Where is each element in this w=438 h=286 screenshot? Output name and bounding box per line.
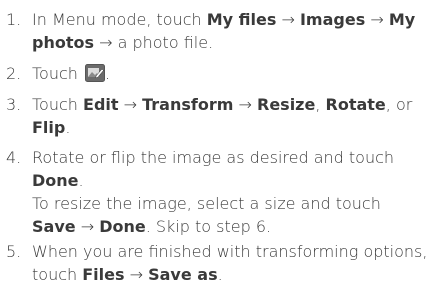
step-3-prefix: Touch xyxy=(32,95,84,114)
separator: , xyxy=(315,95,326,114)
instruction-page: 1. In Menu mode, touch My files → Images… xyxy=(0,0,438,286)
edit-photo-icon xyxy=(85,64,106,82)
arrow: → xyxy=(80,217,95,236)
save-as-label: Save as xyxy=(148,265,218,284)
edit-label: Edit xyxy=(83,95,119,114)
separator: , or xyxy=(385,95,413,114)
step-4-end: . xyxy=(78,171,84,190)
rotate-label: Rotate xyxy=(325,95,386,114)
step-text: Touch Edit → Transform → Resize, Rotate,… xyxy=(32,93,432,139)
step-3-end: . xyxy=(65,118,71,137)
images-label: Images xyxy=(299,10,366,29)
step-text: Touch . xyxy=(32,62,432,85)
step-number: 5. xyxy=(6,242,22,261)
step-5-prefix: touch xyxy=(32,265,83,284)
step-2-text: Touch xyxy=(32,64,84,83)
my-photos-label-part1: My xyxy=(388,10,416,29)
step-text: When you are finished with transforming … xyxy=(32,240,432,286)
resize-label: Resize xyxy=(257,95,316,114)
step-number: 4. xyxy=(6,148,22,167)
arrow: → xyxy=(281,10,295,29)
step-text: Rotate or flip the image as desired and … xyxy=(32,146,432,238)
transform-label: Transform xyxy=(142,95,234,114)
step-5-line1: When you are finished with transforming … xyxy=(32,242,428,261)
step-4-sub-suffix: . Skip to step 6. xyxy=(145,217,272,236)
step-4-line1: Rotate or flip the image as desired and … xyxy=(32,148,395,167)
arrow: → xyxy=(370,10,384,29)
step-1-suffix: → a photo file. xyxy=(94,33,214,52)
step-number: 1. xyxy=(6,10,22,29)
step-1-prefix: In Menu mode, touch xyxy=(32,10,207,29)
arrow: → xyxy=(129,265,144,284)
done-label: Done xyxy=(99,217,146,236)
step-number: 2. xyxy=(6,64,22,83)
my-photos-label-part2: photos xyxy=(32,33,94,52)
step-text: In Menu mode, touch My files → Images → … xyxy=(32,8,432,54)
arrow: → xyxy=(123,95,138,114)
step-5-end: . xyxy=(217,265,223,284)
my-files-label: My files xyxy=(206,10,277,29)
arrow: → xyxy=(238,95,252,114)
done-label: Done xyxy=(32,171,79,190)
step-number: 3. xyxy=(6,95,22,114)
files-label: Files xyxy=(82,265,125,284)
step-4-sub-line1: To resize the image, select a size and t… xyxy=(32,194,381,213)
save-label: Save xyxy=(32,217,76,236)
step-2-end: . xyxy=(105,64,111,83)
flip-label: Flip xyxy=(32,118,66,137)
